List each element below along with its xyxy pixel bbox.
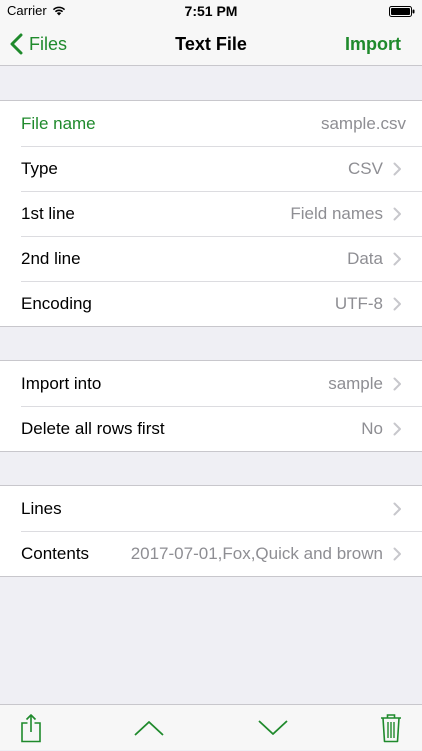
chevron-right-icon: [393, 547, 401, 561]
status-time: 7:51 PM: [184, 3, 238, 19]
second-line-row[interactable]: 2nd line Data: [0, 236, 422, 281]
encoding-row[interactable]: Encoding UTF-8: [0, 281, 422, 326]
import-into-row[interactable]: Import into sample: [0, 361, 422, 406]
type-value: CSV: [348, 159, 383, 178]
chevron-right-icon: [393, 502, 401, 516]
chevron-down-icon: [258, 720, 288, 735]
chevron-right-icon: [393, 297, 401, 311]
file-name-value: sample.csv: [320, 114, 406, 133]
battery-icon: [389, 6, 415, 17]
second-line-value: Data: [347, 249, 383, 268]
chevron-right-icon: [393, 207, 401, 221]
bottom-toolbar: [0, 704, 422, 750]
first-line-value: Field names: [290, 204, 383, 223]
delete-rows-row[interactable]: Delete all rows first No: [0, 406, 422, 451]
contents-value: 2017-07-01,Fox,Quick and brown: [130, 544, 383, 563]
lines-row[interactable]: Lines: [0, 486, 422, 531]
file-name-label: File name: [21, 114, 96, 133]
encoding-value: UTF-8: [334, 294, 383, 313]
delete-rows-value: No: [361, 419, 383, 438]
chevron-right-icon: [393, 377, 401, 391]
type-label: Type: [21, 159, 58, 178]
lines-label: Lines: [21, 499, 62, 518]
chevron-up-icon: [134, 721, 164, 736]
import-settings-group: Import into sample Delete all rows first…: [0, 360, 422, 452]
file-name-row[interactable]: File name sample.csv: [0, 101, 422, 146]
import-into-label: Import into: [21, 374, 102, 393]
share-button[interactable]: [10, 705, 52, 751]
previous-button[interactable]: [126, 705, 172, 751]
chevron-right-icon: [393, 422, 401, 436]
file-settings-group: File name sample.csv Type CSV 1st line F…: [0, 100, 422, 327]
next-button[interactable]: [250, 705, 296, 751]
encoding-label: Encoding: [21, 294, 92, 313]
chevron-right-icon: [393, 162, 401, 176]
chevron-right-icon: [393, 252, 401, 266]
share-icon: [21, 714, 41, 743]
first-line-label: 1st line: [21, 204, 75, 223]
contents-label: Contents: [21, 544, 90, 563]
content-preview-group: Lines Contents 2017-07-01,Fox,Quick and …: [0, 485, 422, 577]
trash-icon: [381, 714, 401, 743]
back-button[interactable]: Files: [10, 22, 67, 66]
type-row[interactable]: Type CSV: [0, 146, 422, 191]
delete-rows-label: Delete all rows first: [21, 419, 165, 438]
import-into-value: sample: [328, 374, 383, 393]
back-button-label: Files: [29, 33, 68, 54]
navigation-bar: Files Text File Import: [0, 22, 422, 66]
contents-row[interactable]: Contents 2017-07-01,Fox,Quick and brown: [0, 531, 422, 576]
import-button[interactable]: Import: [345, 22, 401, 66]
status-bar: Carrier 7:51 PM: [0, 0, 422, 22]
second-line-label: 2nd line: [21, 249, 81, 268]
chevron-left-icon: [10, 33, 23, 55]
delete-button[interactable]: [370, 705, 412, 751]
first-line-row[interactable]: 1st line Field names: [0, 191, 422, 236]
